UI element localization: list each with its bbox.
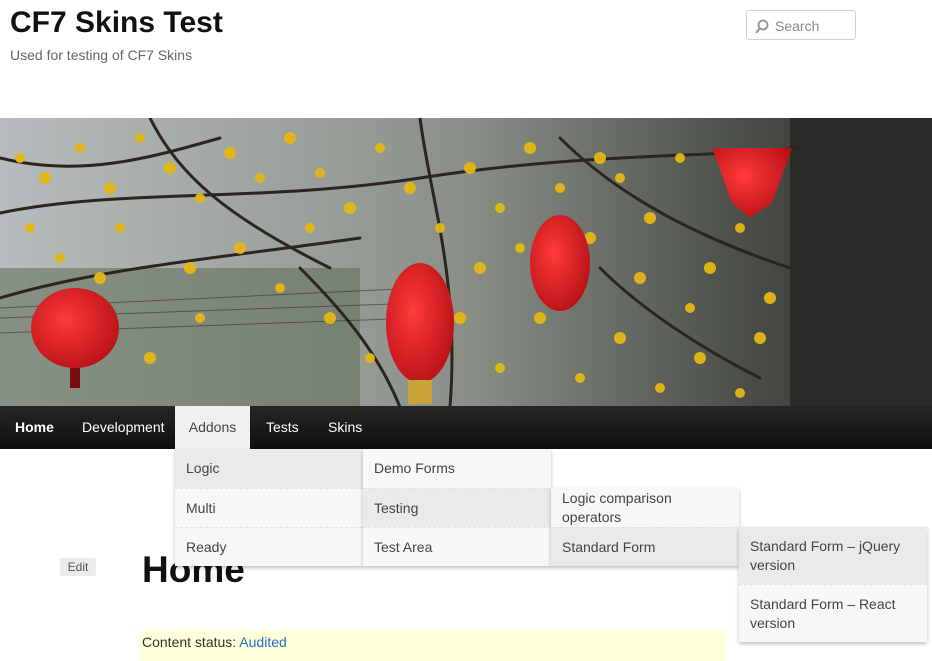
submenu-testing: Logic comparison operators Standard Form — [551, 488, 739, 566]
content-status: Content status: Audited — [140, 630, 726, 661]
status-link[interactable]: Audited — [239, 634, 286, 650]
menu-item-test-area[interactable]: Test Area — [363, 527, 551, 566]
submenu-logic: Demo Forms Testing Test Area — [363, 449, 551, 566]
menu-item-label: Standard Form – React version — [750, 595, 896, 631]
status-label: Content status: — [142, 634, 237, 650]
main-nav: Home Development Addons Tests Skins — [0, 406, 932, 449]
nav-home[interactable]: Home — [15, 406, 54, 449]
menu-item-demo-forms[interactable]: Demo Forms — [363, 449, 551, 488]
menu-item-label: Logic — [186, 460, 220, 476]
menu-item-label: Standard Form — [562, 538, 656, 555]
nav-skins[interactable]: Skins — [328, 406, 362, 449]
menu-item-label: Demo Forms — [374, 460, 455, 476]
menu-item-logic[interactable]: Logic — [175, 449, 363, 488]
menu-item-standard-form[interactable]: Standard Form — [551, 527, 739, 566]
menu-item-label: Testing — [374, 499, 419, 516]
nav-tests[interactable]: Tests — [266, 406, 299, 449]
menu-item-testing[interactable]: Testing — [363, 488, 551, 527]
menu-item-multi[interactable]: Multi — [175, 488, 363, 527]
search-input[interactable] — [773, 15, 857, 37]
menu-item-label: Ready — [186, 538, 227, 555]
menu-item-label: Multi — [186, 499, 216, 516]
submenu-standard-form: Standard Form – jQuery version Standard … — [739, 527, 927, 642]
nav-addons[interactable]: Addons — [175, 406, 250, 449]
menu-item-logic-comparison[interactable]: Logic comparison operators — [551, 488, 739, 527]
menu-item-standard-form-jquery[interactable]: Standard Form – jQuery version — [739, 527, 927, 584]
search-icon — [755, 19, 769, 34]
header-image — [0, 118, 932, 407]
menu-item-label: Test Area — [374, 538, 433, 555]
site-title[interactable]: CF7 Skins Test — [10, 6, 223, 40]
search-box[interactable] — [746, 10, 857, 40]
nav-development[interactable]: Development — [82, 406, 165, 449]
menu-item-standard-form-react[interactable]: Standard Form – React version — [739, 584, 927, 642]
submenu-addons: Logic Multi Ready — [175, 449, 363, 566]
edit-button[interactable]: Edit — [60, 558, 96, 576]
menu-item-ready[interactable]: Ready — [175, 527, 363, 566]
menu-item-label: Standard Form – jQuery version — [750, 537, 901, 573]
site-description: Used for testing of CF7 Skins — [10, 47, 193, 63]
menu-item-label: Logic comparison operators — [562, 489, 672, 525]
